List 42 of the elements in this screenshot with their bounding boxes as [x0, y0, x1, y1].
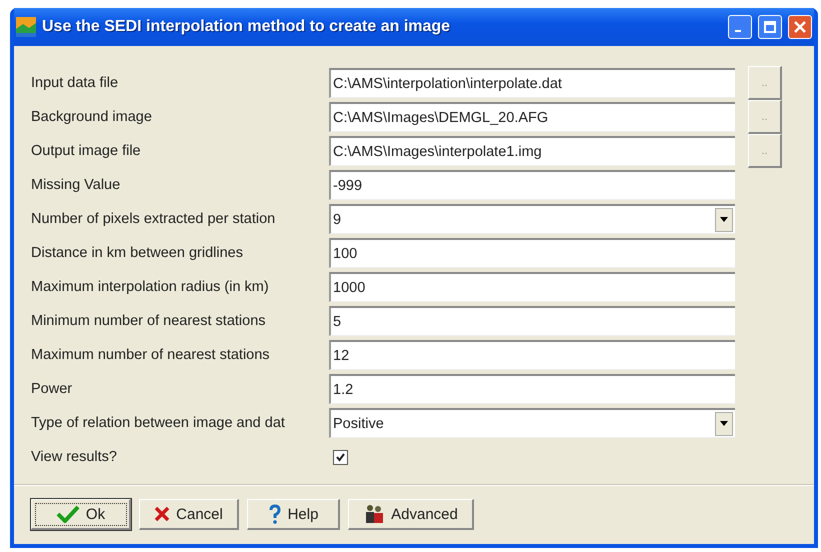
landscape-icon: [16, 17, 36, 37]
input-field[interactable]: 1000: [329, 272, 735, 302]
close-icon: [794, 21, 806, 33]
input-field[interactable]: 5: [329, 306, 735, 336]
field-label: Maximum interpolation radius (in km): [31, 279, 270, 295]
field-label: View results?: [31, 449, 118, 465]
field-label: Background image: [31, 109, 153, 125]
close-icon: [154, 506, 170, 522]
close-button[interactable]: [788, 15, 812, 39]
input-field[interactable]: C:\AMS\interpolation\interpolate.dat: [329, 68, 735, 98]
help-button[interactable]: Help: [247, 499, 340, 530]
input-field[interactable]: 1.2: [329, 374, 735, 404]
input-field[interactable]: C:\AMS\Images\DEMGL_20.AFG: [329, 102, 735, 132]
cancel-button[interactable]: Cancel: [139, 499, 239, 530]
people-icon: [363, 504, 386, 524]
field-label: Input data file: [31, 75, 120, 91]
help-icon: [268, 504, 282, 524]
ok-button[interactable]: Ok: [31, 499, 131, 530]
field-label: Distance in km between gridlines: [31, 245, 244, 261]
dropdown[interactable]: 9: [329, 204, 735, 234]
field-label: Maximum number of nearest stations: [31, 347, 271, 363]
field-label: Power: [31, 381, 74, 397]
field-label: Output image file: [31, 143, 142, 159]
advanced-button[interactable]: Advanced: [348, 499, 474, 530]
check-icon: [56, 505, 80, 523]
field-label: Minimum number of nearest stations: [31, 313, 267, 329]
window-title: Use the SEDI interpolation method to create an image: [42, 18, 452, 36]
input-field[interactable]: C:\AMS\Images\interpolate1.img: [329, 136, 735, 166]
input-field[interactable]: 100: [329, 238, 735, 268]
field-label: Number of pixels extracted per station: [31, 211, 276, 227]
dropdown-arrow-icon: [720, 421, 728, 426]
input-field[interactable]: -999: [329, 170, 735, 200]
input-field[interactable]: 12: [329, 340, 735, 370]
dropdown-arrow-icon: [720, 217, 728, 222]
field-label: Type of relation between image and dat: [31, 415, 286, 431]
checkbox[interactable]: [333, 450, 348, 464]
field-label: Missing Value: [31, 177, 122, 193]
dropdown[interactable]: Positive: [329, 408, 735, 438]
maximize-icon: [764, 21, 776, 33]
minimize-button[interactable]: [728, 15, 752, 39]
maximize-button[interactable]: [758, 15, 782, 39]
minimize-icon: [735, 30, 741, 32]
